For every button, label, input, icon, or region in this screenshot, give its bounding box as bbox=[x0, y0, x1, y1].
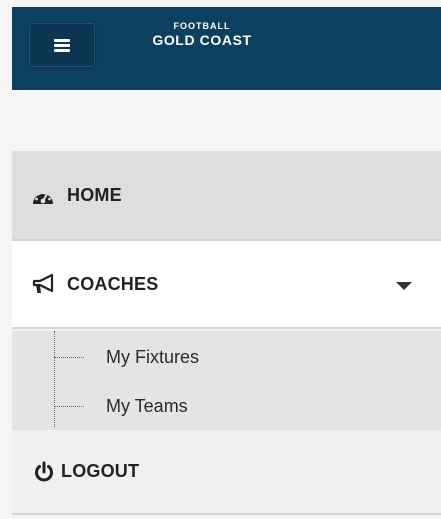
sidebar-item-coaches[interactable]: COACHES bbox=[12, 241, 441, 329]
sidebar-item-home[interactable]: HOME bbox=[12, 152, 441, 241]
menu-toggle-button[interactable] bbox=[29, 23, 95, 67]
app-header: FOOTBALL GOLD COAST bbox=[12, 7, 441, 90]
sidebar-item-home-label: HOME bbox=[67, 185, 122, 205]
brand-line-1: FOOTBALL bbox=[173, 21, 231, 31]
sidebar-item-logout-label: LOGOUT bbox=[61, 461, 140, 481]
submenu-item-label: My Fixtures bbox=[106, 346, 200, 367]
hamburger-icon bbox=[54, 38, 70, 52]
power-icon bbox=[33, 461, 55, 483]
coaches-submenu: My Fixtures My Teams bbox=[12, 331, 441, 430]
bullhorn-icon bbox=[31, 273, 57, 295]
sidebar-item-coaches-label: COACHES bbox=[67, 273, 159, 294]
chevron-down-icon[interactable] bbox=[396, 282, 412, 290]
sidebar-item-logout[interactable]: LOGOUT bbox=[12, 430, 441, 515]
brand-line-2: GOLD COAST bbox=[152, 32, 252, 48]
submenu-item-my-fixtures[interactable]: My Fixtures bbox=[54, 339, 199, 375]
sidebar-spacer bbox=[12, 90, 441, 152]
dashboard-icon bbox=[31, 187, 55, 205]
submenu-item-label: My Teams bbox=[106, 395, 188, 416]
submenu-item-my-teams[interactable]: My Teams bbox=[54, 388, 188, 424]
brand-logo[interactable]: FOOTBALL GOLD COAST bbox=[140, 21, 264, 48]
